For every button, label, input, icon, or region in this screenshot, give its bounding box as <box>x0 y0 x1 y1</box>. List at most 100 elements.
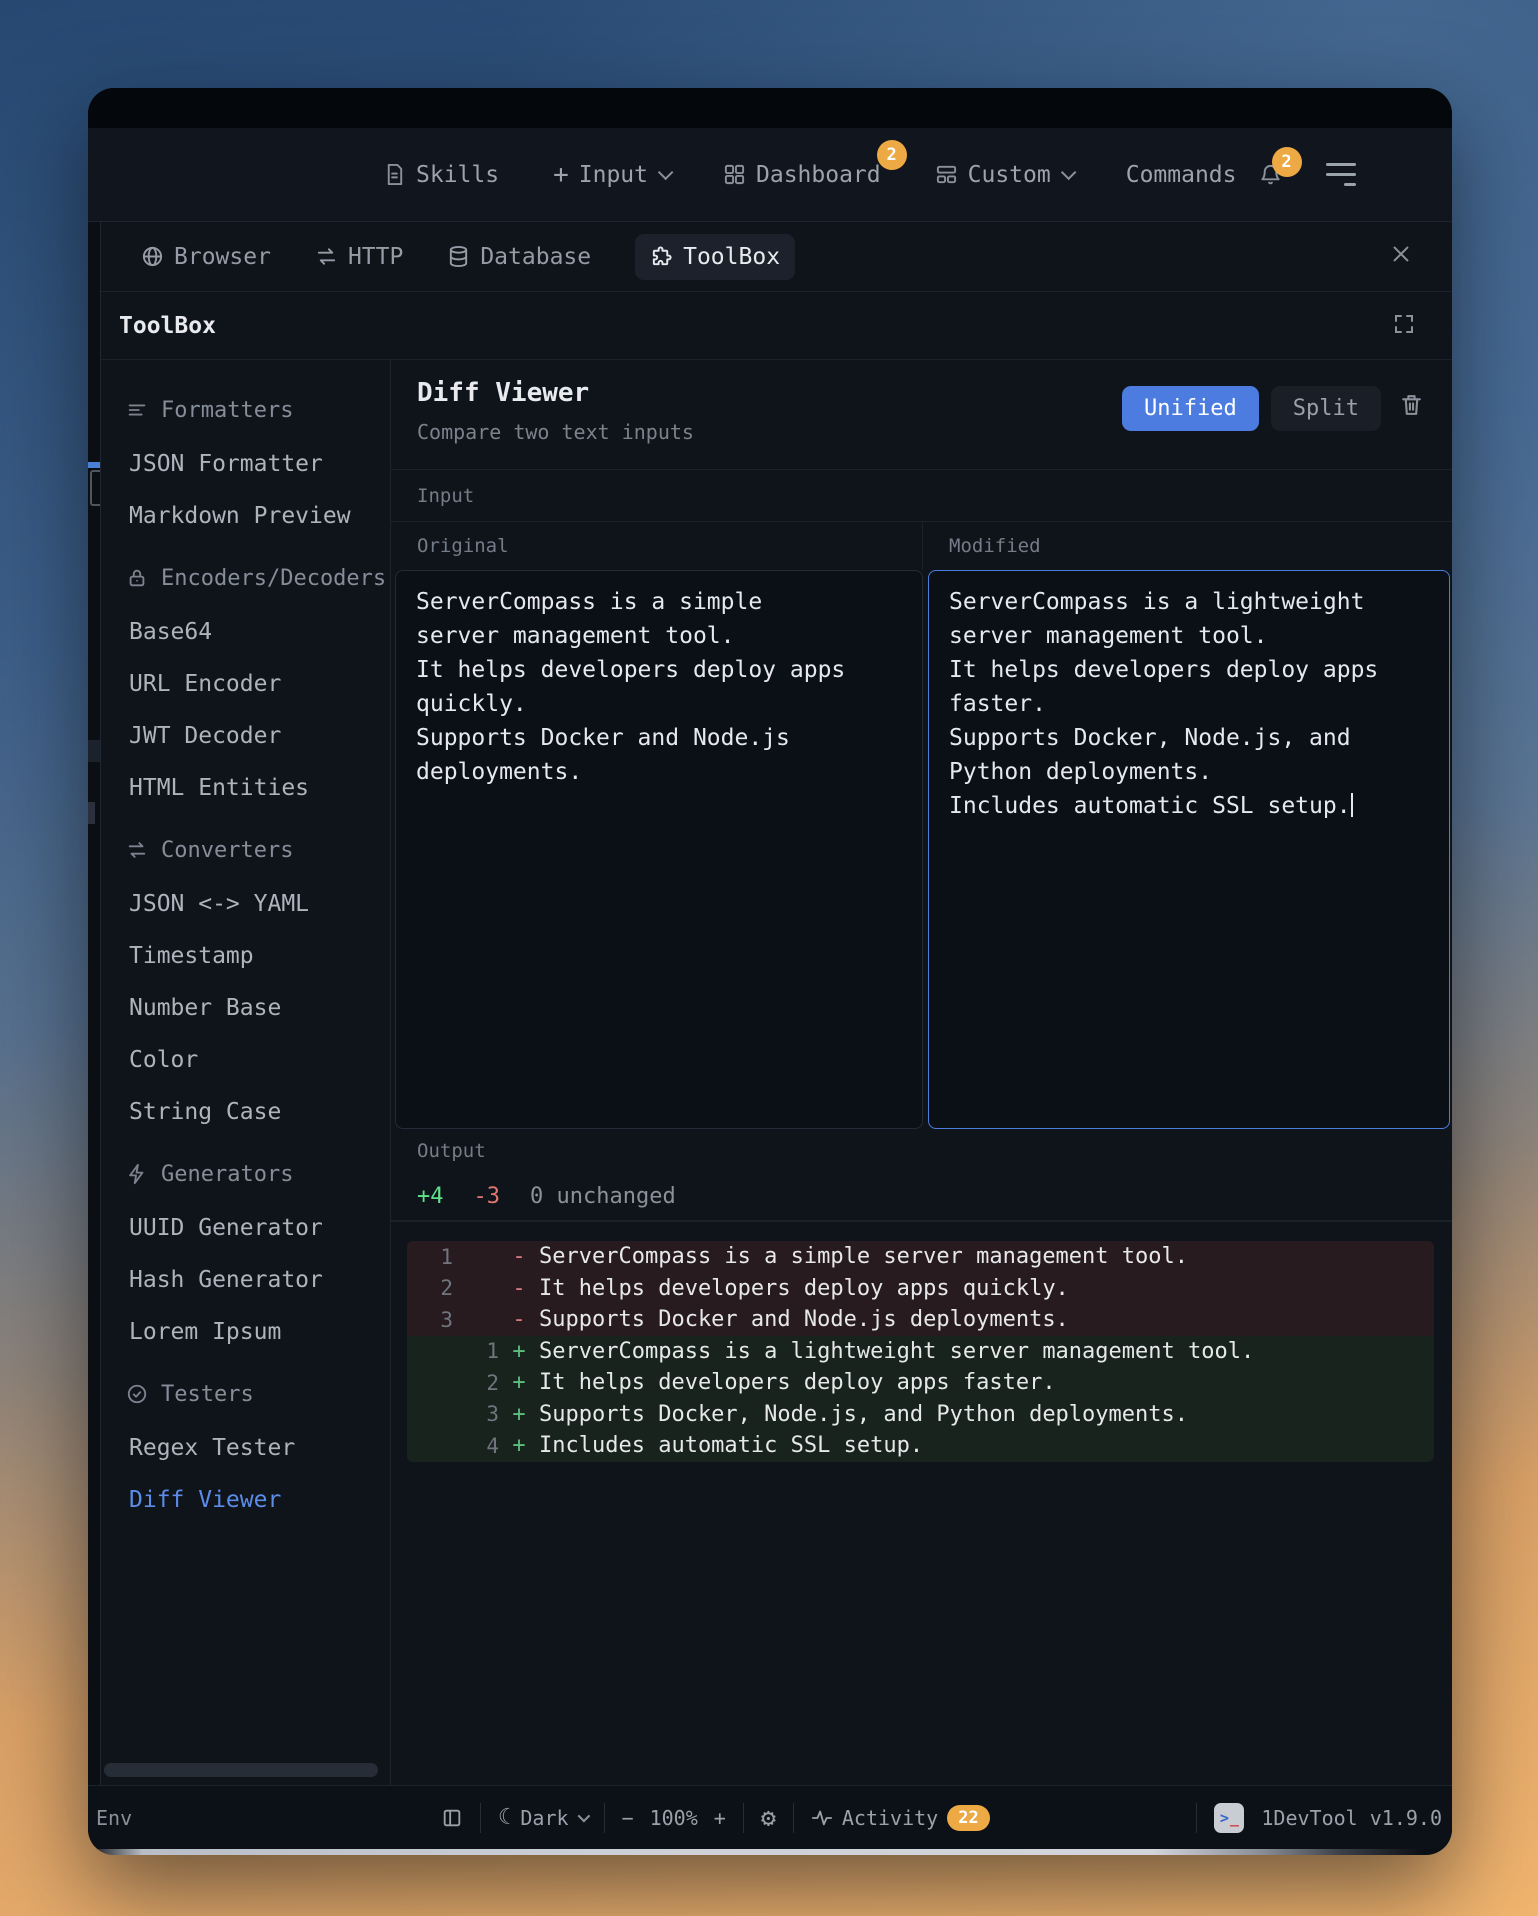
panel-toggle-button[interactable] <box>441 1807 463 1829</box>
section-testers: Testers <box>101 1366 390 1422</box>
fullscreen-icon <box>1392 312 1416 336</box>
sidebar-item-uuid-generator[interactable]: UUID Generator <box>101 1202 390 1254</box>
theme-selector[interactable]: ☾ Dark <box>498 1805 586 1830</box>
sidebar-item-markdown-preview[interactable]: Markdown Preview <box>101 490 390 542</box>
modified-text: ServerCompass is a lightweight server ma… <box>949 589 1392 819</box>
clear-button[interactable] <box>1399 392 1424 421</box>
nav-item-custom[interactable]: Custom <box>935 162 1072 188</box>
sidebar-item-html-entities[interactable]: HTML Entities <box>101 762 390 814</box>
split-mode-button[interactable]: Split <box>1271 386 1381 431</box>
background-window-strip <box>88 222 100 1785</box>
nav-item-label: Input <box>579 162 648 188</box>
background-fragment <box>88 740 100 762</box>
fullscreen-button[interactable] <box>1392 312 1416 340</box>
tool-title: Diff Viewer <box>417 378 694 408</box>
separator <box>604 1803 605 1833</box>
column-headers: Original Modified <box>391 522 1452 570</box>
sidebar-item-number-base[interactable]: Number Base <box>101 982 390 1034</box>
sidebar-item-json-yaml[interactable]: JSON <-> YAML <box>101 878 390 930</box>
input-section-label: Input <box>391 470 1452 522</box>
section-title: Formatters <box>161 398 293 423</box>
original-column-label: Original <box>391 522 923 570</box>
tab-toolbox[interactable]: ToolBox <box>635 234 795 280</box>
top-nav: Skills + Input Dashboard 2 Custom Comman… <box>88 128 1452 222</box>
modified-textarea[interactable]: ServerCompass is a lightweight server ma… <box>928 570 1450 1129</box>
settings-button[interactable]: ⚙ <box>761 1805 776 1830</box>
plus-icon: + <box>553 162 569 188</box>
tool-sidebar: Formatters JSON Formatter Markdown Previ… <box>101 360 391 1785</box>
separator <box>743 1803 744 1833</box>
diff-line: 1-ServerCompass is a simple server manag… <box>407 1241 1434 1273</box>
zoom-out-button[interactable]: − <box>622 1806 634 1830</box>
sidebar-layout-icon <box>441 1807 463 1829</box>
zoom-level: 100% <box>650 1806 698 1830</box>
background-fragment <box>90 470 100 506</box>
input-textareas: ServerCompass is a simple server managem… <box>391 570 1452 1129</box>
nav-item-commands[interactable]: Commands <box>1126 162 1237 188</box>
panel-tabs: Browser HTTP Database ToolBox <box>101 222 1452 292</box>
panel-title: ToolBox <box>119 313 216 339</box>
unchanged-count: 0 unchanged <box>530 1184 676 1209</box>
sidebar-item-url-encoder[interactable]: URL Encoder <box>101 658 390 710</box>
unified-mode-button[interactable]: Unified <box>1122 386 1259 431</box>
sidebar-item-hash-generator[interactable]: Hash Generator <box>101 1254 390 1306</box>
tool-subtitle: Compare two text inputs <box>417 420 694 444</box>
menu-icon[interactable] <box>1326 163 1356 186</box>
close-panel-button[interactable] <box>1390 243 1412 271</box>
text-cursor <box>1351 793 1353 817</box>
window-bottom-edge <box>88 1849 1452 1855</box>
tab-label: Database <box>480 244 591 270</box>
check-circle-icon <box>126 1383 148 1405</box>
database-icon <box>447 245 470 268</box>
document-icon <box>383 163 406 186</box>
sidebar-item-timestamp[interactable]: Timestamp <box>101 930 390 982</box>
nav-item-label: Custom <box>968 162 1051 188</box>
separator <box>480 1803 481 1833</box>
section-title: Converters <box>161 838 293 863</box>
sidebar-item-color[interactable]: Color <box>101 1034 390 1086</box>
nav-item-input[interactable]: + Input <box>553 162 669 188</box>
sidebar-item-lorem-ipsum[interactable]: Lorem Ipsum <box>101 1306 390 1358</box>
sidebar-item-regex-tester[interactable]: Regex Tester <box>101 1422 390 1474</box>
bolt-icon <box>126 1163 148 1185</box>
env-label: Env <box>96 1806 132 1830</box>
toolbox-panel: Browser HTTP Database ToolBox <box>100 222 1452 1785</box>
section-title: Encoders/Decoders <box>161 566 386 591</box>
diff-line: 4+Includes automatic SSL setup. <box>407 1430 1434 1462</box>
activity-badge: 22 <box>947 1805 989 1831</box>
diff-viewer-main: Diff Viewer Compare two text inputs Unif… <box>391 360 1452 1785</box>
sidebar-scrollbar[interactable] <box>104 1763 378 1777</box>
original-textarea[interactable]: ServerCompass is a simple server managem… <box>395 570 923 1129</box>
notifications-badge: 2 <box>1272 147 1302 177</box>
app-version: 1DevTool v1.9.0 <box>1261 1806 1442 1830</box>
app-window: Skills + Input Dashboard 2 Custom Comman… <box>88 88 1452 1855</box>
nav-item-dashboard[interactable]: Dashboard 2 <box>723 162 881 188</box>
dashboard-badge: 2 <box>877 140 907 170</box>
zoom-controls: − 100% + <box>622 1806 726 1830</box>
tab-http[interactable]: HTTP <box>315 244 403 270</box>
activity-button[interactable]: Activity 22 <box>811 1805 990 1831</box>
sidebar-item-base64[interactable]: Base64 <box>101 606 390 658</box>
sidebar-item-string-case[interactable]: String Case <box>101 1086 390 1138</box>
sidebar-item-jwt-decoder[interactable]: JWT Decoder <box>101 710 390 762</box>
notifications-button[interactable]: 2 <box>1259 163 1282 186</box>
nav-item-skills[interactable]: Skills <box>383 162 499 188</box>
globe-icon <box>141 245 164 268</box>
sidebar-item-json-formatter[interactable]: JSON Formatter <box>101 438 390 490</box>
tab-database[interactable]: Database <box>447 244 591 270</box>
terminal-icon: >_ <box>1214 1803 1244 1833</box>
diff-output: 1-ServerCompass is a simple server manag… <box>391 1222 1452 1785</box>
sidebar-item-diff-viewer[interactable]: Diff Viewer <box>101 1474 390 1526</box>
section-converters: Converters <box>101 822 390 878</box>
tab-browser[interactable]: Browser <box>141 244 271 270</box>
moon-icon: ☾ <box>498 1805 511 1830</box>
diff-line: 3-Supports Docker and Node.js deployment… <box>407 1304 1434 1336</box>
tab-label: HTTP <box>348 244 403 270</box>
diff-line: 1+ServerCompass is a lightweight server … <box>407 1336 1434 1368</box>
section-generators: Generators <box>101 1146 390 1202</box>
separator <box>1196 1803 1197 1833</box>
nav-item-label: Commands <box>1126 162 1237 188</box>
section-title: Generators <box>161 1162 293 1187</box>
zoom-in-button[interactable]: + <box>714 1806 726 1830</box>
output-section-label: Output <box>391 1129 1452 1172</box>
